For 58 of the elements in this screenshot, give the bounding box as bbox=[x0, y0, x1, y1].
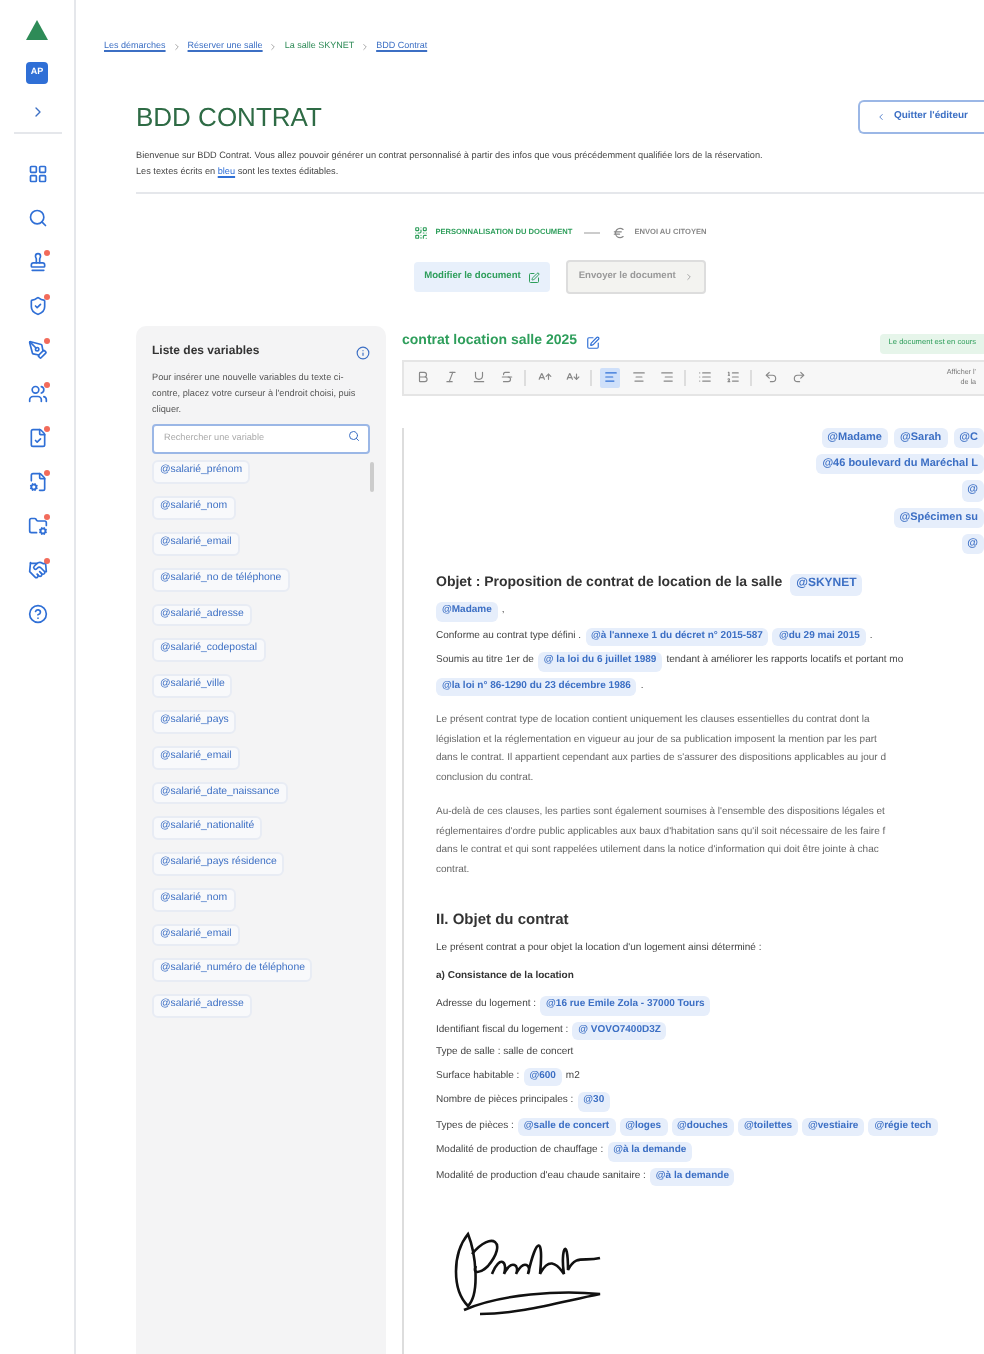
breadcrumb-chevron-icon bbox=[360, 41, 371, 52]
nav-item[interactable] bbox=[25, 426, 49, 450]
toolbar-button[interactable] bbox=[722, 367, 742, 388]
edit-icon[interactable] bbox=[585, 336, 600, 351]
help-icon bbox=[27, 604, 47, 624]
search-icon bbox=[27, 208, 47, 228]
toolbar-button[interactable] bbox=[600, 367, 620, 388]
nav-item[interactable] bbox=[25, 470, 49, 494]
mountain-logo-icon bbox=[26, 20, 48, 40]
toolbar-button[interactable] bbox=[656, 367, 676, 388]
toolbar-button[interactable] bbox=[628, 367, 648, 388]
nav-item[interactable] bbox=[25, 338, 49, 362]
numbered-list-icon bbox=[725, 370, 739, 385]
stamp-icon bbox=[27, 252, 47, 272]
scrollbar-thumb[interactable] bbox=[370, 462, 374, 493]
qr-code-icon bbox=[413, 226, 428, 241]
info-icon[interactable] bbox=[356, 346, 370, 361]
pen-icon bbox=[27, 340, 47, 360]
toolbar-button[interactable] bbox=[496, 367, 516, 388]
nav-item[interactable] bbox=[25, 382, 49, 406]
nav-item[interactable] bbox=[25, 162, 49, 186]
grid-icon bbox=[27, 164, 47, 184]
bold-icon bbox=[415, 370, 429, 385]
file-gear-icon bbox=[27, 472, 47, 492]
toolbar-button[interactable] bbox=[440, 367, 460, 388]
nav-item[interactable] bbox=[25, 514, 49, 538]
align-center-icon bbox=[631, 370, 645, 385]
breadcrumb-chevron-icon bbox=[171, 41, 182, 52]
undo-icon bbox=[763, 370, 777, 385]
nav-item[interactable] bbox=[25, 558, 49, 582]
users-icon bbox=[27, 384, 47, 404]
nav-item[interactable] bbox=[25, 602, 49, 626]
chevron-left-icon bbox=[875, 112, 886, 122]
bullet-list-icon bbox=[697, 370, 711, 385]
shield-icon bbox=[27, 296, 47, 316]
align-left-icon bbox=[603, 370, 617, 385]
italic-icon bbox=[443, 370, 457, 385]
search-icon bbox=[348, 430, 360, 443]
file-check-icon bbox=[27, 428, 47, 448]
euro-icon bbox=[612, 226, 627, 241]
handshake-icon bbox=[27, 560, 47, 580]
folder-gear-icon bbox=[27, 516, 47, 536]
chevron-right-icon bbox=[683, 272, 694, 283]
page-title: BDD CONTRAT bbox=[136, 99, 322, 136]
align-right-icon bbox=[659, 370, 673, 385]
nav-item[interactable] bbox=[25, 250, 49, 274]
nav-item[interactable] bbox=[25, 294, 49, 318]
redo-icon bbox=[791, 370, 805, 385]
toolbar-button[interactable] bbox=[468, 367, 488, 388]
font-increase-icon bbox=[537, 370, 551, 385]
edit-icon bbox=[528, 271, 541, 284]
breadcrumb-chevron-icon bbox=[268, 41, 279, 52]
underline-icon bbox=[471, 370, 485, 385]
nav-item[interactable] bbox=[25, 206, 49, 230]
toolbar-button[interactable] bbox=[788, 367, 808, 388]
strikethrough-icon bbox=[499, 370, 513, 385]
toolbar-button[interactable] bbox=[760, 367, 780, 388]
font-decrease-icon bbox=[565, 370, 579, 385]
